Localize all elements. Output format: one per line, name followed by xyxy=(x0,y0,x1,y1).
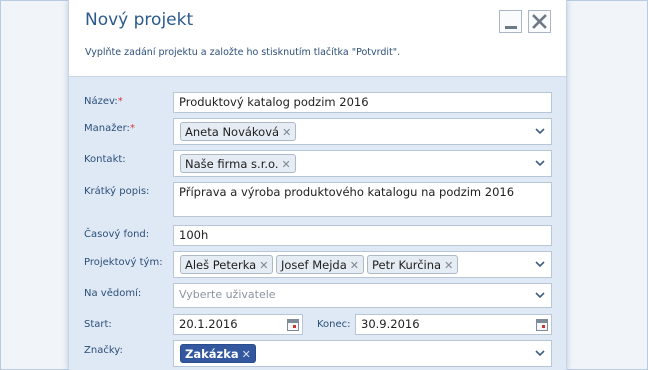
calendar-icon[interactable] xyxy=(536,319,548,331)
tags-select[interactable]: Zakázka ✕ xyxy=(173,340,552,367)
end-date-value: 30.9.2016 xyxy=(361,317,420,331)
end-date-input[interactable]: 30.9.2016 xyxy=(355,314,552,335)
description-label: Krátký popis: xyxy=(84,186,150,197)
team-tag-label: Josef Mejda xyxy=(281,258,347,272)
manager-label-text: Manažer: xyxy=(84,123,130,134)
tag-chip-label: Zakázka xyxy=(185,347,239,361)
team-tag: Aleš Peterka ✕ xyxy=(180,255,274,274)
close-button[interactable] xyxy=(528,10,551,33)
contact-tag-label: Naše firma s.r.o. xyxy=(185,157,279,171)
team-select[interactable]: Aleš Peterka ✕ Josef Mejda ✕ Petr Kurčina ✕ xyxy=(173,251,552,278)
manager-tag: Aneta Nováková ✕ xyxy=(180,122,297,141)
remove-tag-icon[interactable]: ✕ xyxy=(282,126,291,139)
start-date-value: 20.1.2016 xyxy=(179,317,238,331)
dialog-title: Nový projekt xyxy=(85,10,194,30)
tag-chip: Zakázka ✕ xyxy=(180,344,256,363)
chevron-down-icon[interactable] xyxy=(535,290,545,300)
remove-tag-icon[interactable]: ✕ xyxy=(242,348,251,361)
contact-tag: Naše firma s.r.o. ✕ xyxy=(180,154,296,173)
tags-label: Značky: xyxy=(84,345,123,356)
contact-select[interactable]: Naše firma s.r.o. ✕ xyxy=(173,150,552,177)
remove-tag-icon[interactable]: ✕ xyxy=(444,259,453,272)
minimize-button[interactable] xyxy=(499,10,522,33)
name-value: Produktový katalog podzim 2016 xyxy=(179,95,369,109)
required-marker: * xyxy=(129,123,135,134)
remove-tag-icon[interactable]: ✕ xyxy=(350,259,359,272)
chevron-down-icon[interactable] xyxy=(535,158,545,168)
time-budget-input[interactable]: 100h xyxy=(173,225,552,246)
time-budget-label: Časový fond: xyxy=(84,229,150,240)
cc-label: Na vědomí: xyxy=(84,288,142,299)
team-tag-label: Aleš Peterka xyxy=(185,258,257,272)
start-label: Start: xyxy=(84,319,112,330)
project-form: Název:* Produktový katalog podzim 2016 M… xyxy=(69,76,566,370)
name-input[interactable]: Produktový katalog podzim 2016 xyxy=(173,92,552,113)
chevron-down-icon[interactable] xyxy=(535,259,545,269)
required-marker: * xyxy=(117,96,123,107)
manager-label: Manažer:* xyxy=(84,123,135,134)
team-label: Projektový tým: xyxy=(84,257,163,268)
minimize-icon xyxy=(505,26,517,29)
team-tag-label: Petr Kurčina xyxy=(372,258,442,272)
name-label-text: Název: xyxy=(84,96,118,107)
calendar-icon[interactable] xyxy=(287,319,299,331)
chevron-down-icon[interactable] xyxy=(535,348,545,358)
close-icon xyxy=(532,14,547,29)
remove-tag-icon[interactable]: ✕ xyxy=(282,158,291,171)
new-project-dialog: Nový projekt Vyplňte zadání projektu a z… xyxy=(68,0,567,370)
manager-tag-label: Aneta Nováková xyxy=(185,125,280,139)
description-value: Příprava a výroba produktového katalogu … xyxy=(179,185,515,199)
manager-select[interactable]: Aneta Nováková ✕ xyxy=(173,118,552,145)
time-budget-value: 100h xyxy=(179,228,209,242)
remove-tag-icon[interactable]: ✕ xyxy=(259,259,268,272)
team-tag: Petr Kurčina ✕ xyxy=(367,255,459,274)
start-date-input[interactable]: 20.1.2016 xyxy=(173,314,303,335)
cc-select[interactable]: Vyberte uživatele xyxy=(173,283,552,308)
end-label: Konec: xyxy=(317,319,351,330)
contact-label: Kontakt: xyxy=(84,154,126,165)
description-textarea[interactable]: Příprava a výroba produktového katalogu … xyxy=(173,182,552,217)
name-label: Název:* xyxy=(84,96,123,107)
dialog-subtitle: Vyplňte zadání projektu a založte ho sti… xyxy=(85,47,401,58)
chevron-down-icon[interactable] xyxy=(535,126,545,136)
team-tag: Josef Mejda ✕ xyxy=(276,255,364,274)
cc-placeholder: Vyberte uživatele xyxy=(179,288,276,301)
